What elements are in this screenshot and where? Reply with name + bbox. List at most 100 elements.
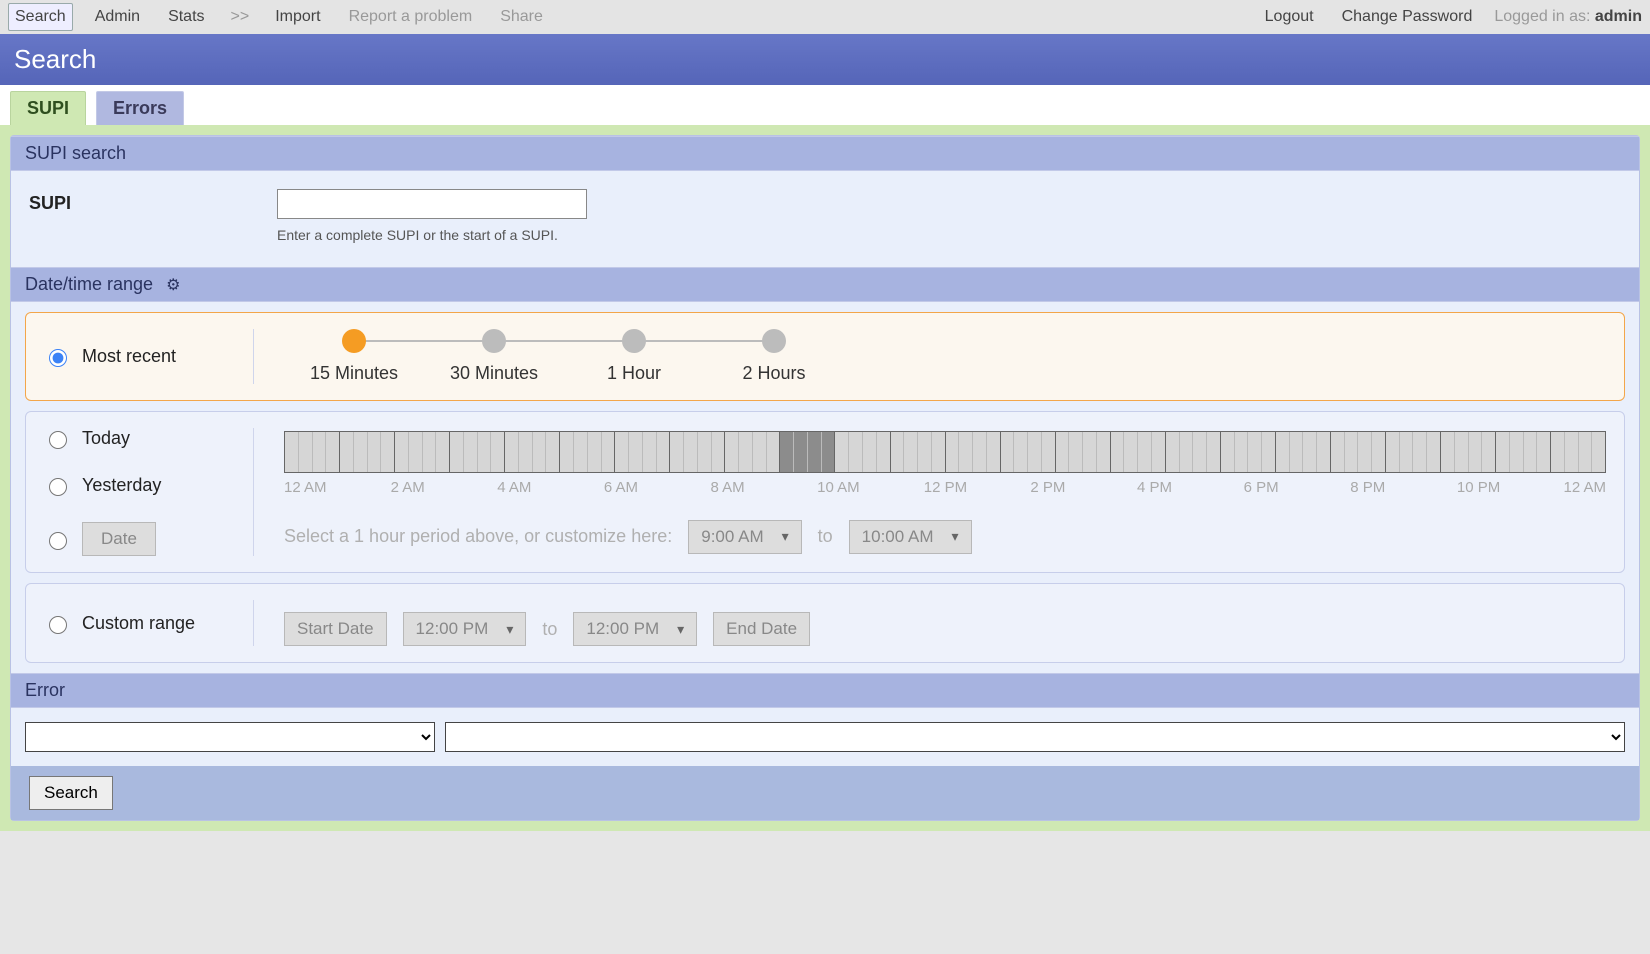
custom-end-date[interactable]: End Date bbox=[713, 612, 810, 646]
timeline-quarter[interactable] bbox=[1151, 432, 1165, 472]
timeline-quarter[interactable] bbox=[1536, 432, 1550, 472]
timeline-quarter[interactable] bbox=[1551, 432, 1564, 472]
timeline-quarter[interactable] bbox=[1289, 432, 1303, 472]
timeline-hour[interactable] bbox=[945, 432, 1000, 472]
timeline-quarter[interactable] bbox=[766, 432, 780, 472]
radio-date-input[interactable] bbox=[49, 532, 67, 550]
timeline-quarter[interactable] bbox=[1068, 432, 1082, 472]
timeline-hour[interactable] bbox=[1165, 432, 1220, 472]
timeline-quarter[interactable] bbox=[738, 432, 752, 472]
custom-start-time-select[interactable]: 12:00 PM ▾ bbox=[403, 612, 527, 646]
timeline-quarter[interactable] bbox=[862, 432, 876, 472]
timeline-quarter[interactable] bbox=[1412, 432, 1426, 472]
timeline-hour[interactable] bbox=[449, 432, 504, 472]
timeline-quarter[interactable] bbox=[1481, 432, 1495, 472]
timeline-quarter[interactable] bbox=[1001, 432, 1014, 472]
timeline-hour[interactable] bbox=[779, 432, 834, 472]
timeline-quarter[interactable] bbox=[422, 432, 436, 472]
timeline-quarter[interactable] bbox=[711, 432, 725, 472]
timeline-quarter[interactable] bbox=[725, 432, 738, 472]
timeline-quarter[interactable] bbox=[670, 432, 683, 472]
timeline-quarter[interactable] bbox=[1192, 432, 1206, 472]
timeline-quarter[interactable] bbox=[1302, 432, 1316, 472]
timeline-quarter[interactable] bbox=[1027, 432, 1041, 472]
timeline-quarter[interactable] bbox=[490, 432, 504, 472]
radio-yesterday[interactable]: Yesterday bbox=[44, 475, 235, 496]
timeline-quarter[interactable] bbox=[1509, 432, 1523, 472]
timeline-quarter[interactable] bbox=[1137, 432, 1151, 472]
timeline-quarter[interactable] bbox=[697, 432, 711, 472]
step-15-minutes[interactable]: 15 Minutes bbox=[284, 329, 424, 384]
timeline-quarter[interactable] bbox=[312, 432, 326, 472]
timeline-quarter[interactable] bbox=[683, 432, 697, 472]
timeline-quarter[interactable] bbox=[1166, 432, 1179, 472]
timeline-quarter[interactable] bbox=[972, 432, 986, 472]
radio-today-input[interactable] bbox=[49, 431, 67, 449]
radio-custom-range-input[interactable] bbox=[49, 616, 67, 634]
timeline-hour[interactable] bbox=[1440, 432, 1495, 472]
timeline-quarter[interactable] bbox=[1331, 432, 1344, 472]
timeline-quarter[interactable] bbox=[793, 432, 807, 472]
timeline-hour[interactable] bbox=[1550, 432, 1605, 472]
change-password-link[interactable]: Change Password bbox=[1336, 4, 1479, 30]
timeline-quarter[interactable] bbox=[1441, 432, 1454, 472]
timeline-quarter[interactable] bbox=[1041, 432, 1055, 472]
step-30-minutes[interactable]: 30 Minutes bbox=[424, 329, 564, 384]
timeline-hour[interactable] bbox=[504, 432, 559, 472]
timeline-quarter[interactable] bbox=[285, 432, 298, 472]
timeline-quarter[interactable] bbox=[780, 432, 793, 472]
timeline-quarter[interactable] bbox=[463, 432, 477, 472]
timeline-quarter[interactable] bbox=[1206, 432, 1220, 472]
timeline-quarter[interactable] bbox=[1386, 432, 1399, 472]
timeline-quarter[interactable] bbox=[1261, 432, 1275, 472]
timeline-quarter[interactable] bbox=[1578, 432, 1592, 472]
timeline-hour[interactable] bbox=[834, 432, 889, 472]
timeline-quarter[interactable] bbox=[1082, 432, 1096, 472]
timeline-quarter[interactable] bbox=[931, 432, 945, 472]
timeline-quarter[interactable] bbox=[1179, 432, 1193, 472]
timeline-quarter[interactable] bbox=[642, 432, 656, 472]
timeline-quarter[interactable] bbox=[353, 432, 367, 472]
timeline-quarter[interactable] bbox=[986, 432, 1000, 472]
radio-custom-range[interactable]: Custom range bbox=[44, 613, 235, 634]
timeline-quarter[interactable] bbox=[958, 432, 972, 472]
radio-today[interactable]: Today bbox=[44, 428, 235, 449]
timeline-quarter[interactable] bbox=[1123, 432, 1137, 472]
timeline-hour[interactable] bbox=[285, 432, 339, 472]
timeline-hour[interactable] bbox=[339, 432, 394, 472]
timeline-quarter[interactable] bbox=[518, 432, 532, 472]
timeline-quarter[interactable] bbox=[1564, 432, 1578, 472]
radio-most-recent-input[interactable] bbox=[49, 349, 67, 367]
timeline-quarter[interactable] bbox=[477, 432, 491, 472]
timeline-hour[interactable] bbox=[669, 432, 724, 472]
search-button[interactable]: Search bbox=[29, 776, 113, 810]
timeline-quarter[interactable] bbox=[1496, 432, 1509, 472]
timeline-quarter[interactable] bbox=[1468, 432, 1482, 472]
timeline-quarter[interactable] bbox=[325, 432, 339, 472]
timeline-quarter[interactable] bbox=[1523, 432, 1537, 472]
timeline-quarter[interactable] bbox=[380, 432, 394, 472]
timeline-quarter[interactable] bbox=[367, 432, 381, 472]
tab-supi[interactable]: SUPI bbox=[10, 91, 86, 125]
custom-end-time-select[interactable]: 12:00 PM ▾ bbox=[573, 612, 697, 646]
nav-item-report-problem[interactable]: Report a problem bbox=[343, 4, 479, 30]
radio-most-recent[interactable]: Most recent bbox=[44, 346, 235, 367]
nav-item-stats[interactable]: Stats bbox=[162, 4, 210, 30]
nav-item-share[interactable]: Share bbox=[494, 4, 549, 30]
error-category-select[interactable] bbox=[25, 722, 435, 752]
gear-icon[interactable]: ⚙ bbox=[166, 277, 180, 294]
timeline-quarter[interactable] bbox=[450, 432, 463, 472]
hour-timeline[interactable] bbox=[284, 431, 1606, 473]
timeline-hour[interactable] bbox=[1330, 432, 1385, 472]
timeline-quarter[interactable] bbox=[628, 432, 642, 472]
timeline-quarter[interactable] bbox=[903, 432, 917, 472]
timeline-hour[interactable] bbox=[394, 432, 449, 472]
timeline-quarter[interactable] bbox=[1234, 432, 1248, 472]
timeline-hour[interactable] bbox=[1000, 432, 1055, 472]
tab-errors[interactable]: Errors bbox=[96, 91, 184, 125]
timeline-quarter[interactable] bbox=[1096, 432, 1110, 472]
timeline-quarter[interactable] bbox=[532, 432, 546, 472]
timeline-quarter[interactable] bbox=[1426, 432, 1440, 472]
nav-item-import[interactable]: Import bbox=[269, 4, 326, 30]
period-to-select[interactable]: 10:00 AM ▾ bbox=[849, 520, 972, 554]
